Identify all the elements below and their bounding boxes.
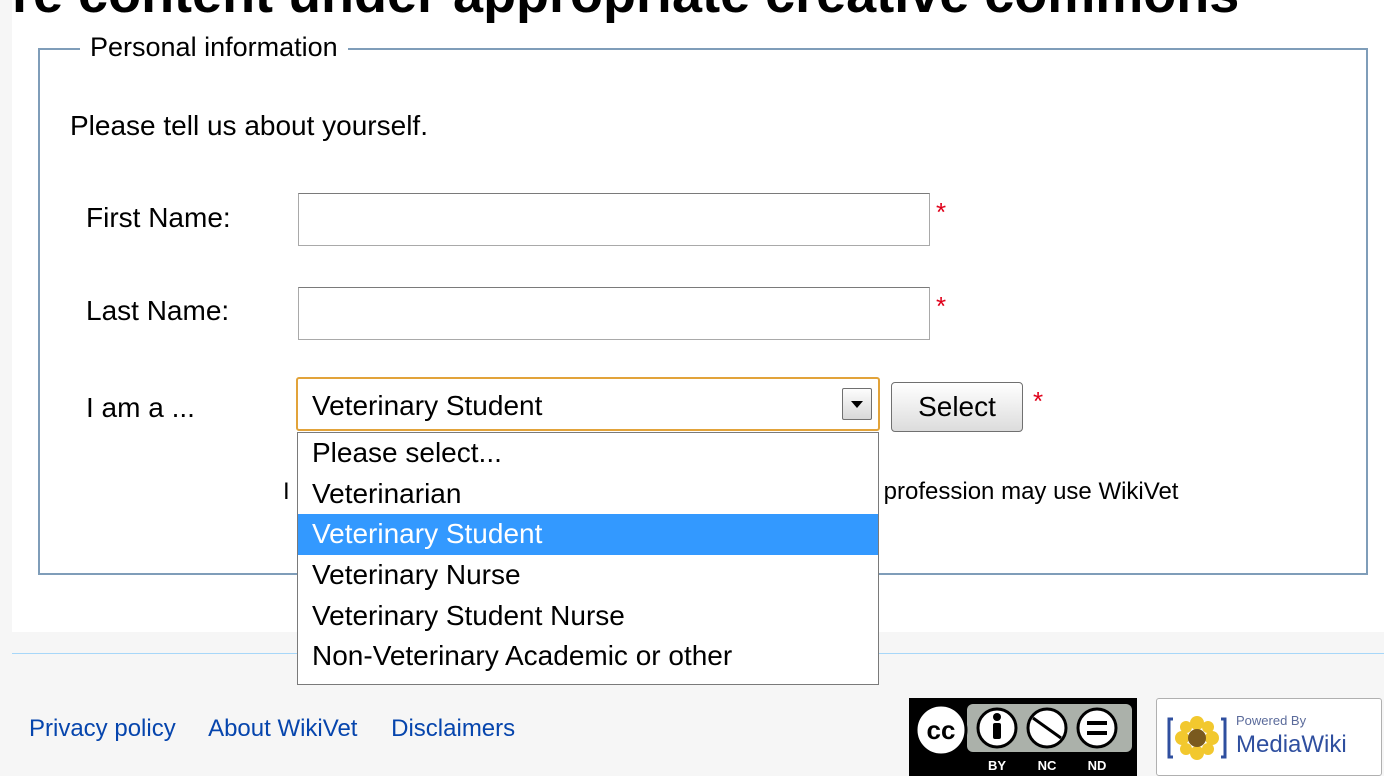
fieldset-legend: Personal information (80, 32, 348, 63)
creative-commons-icon[interactable]: cc BY NC ND (909, 698, 1137, 776)
last-name-input[interactable] (298, 287, 930, 340)
privacy-policy-link[interactable]: Privacy policy (29, 715, 176, 742)
cc-label-nd: ND (1088, 758, 1107, 773)
dropdown-option[interactable]: Veterinary Student Nurse (298, 596, 878, 637)
mediawiki-sunflower-icon (1167, 716, 1227, 760)
dropdown-option[interactable]: Veterinary Nurse (298, 555, 878, 596)
last-name-required-mark: * (936, 291, 947, 321)
note-fragment-left: I (283, 478, 290, 505)
first-name-required-mark: * (936, 197, 947, 227)
cc-logo-text: cc (927, 715, 956, 745)
intro-text: Please tell us about yourself. (70, 110, 428, 141)
role-label: I am a ... (86, 392, 195, 423)
dropdown-arrow-icon[interactable] (842, 388, 872, 420)
role-dropdown-list[interactable]: Please select... Veterinarian Veterinary… (297, 432, 879, 685)
dropdown-option[interactable]: Veterinarian (298, 474, 878, 515)
disclaimers-link[interactable]: Disclaimers (391, 715, 515, 742)
role-required-mark: * (1033, 386, 1044, 416)
first-name-label: First Name: (86, 202, 231, 233)
cc-label-by: BY (988, 758, 1006, 773)
last-name-label: Last Name: (86, 295, 230, 326)
cutoff-heading: re content under appropriate creative co… (12, 0, 1239, 25)
dropdown-option[interactable]: Please select... (298, 433, 878, 474)
about-wikivet-link[interactable]: About WikiVet (208, 715, 357, 742)
role-select-value: Veterinary Student (312, 390, 543, 421)
dropdown-option[interactable]: Non-Veterinary Academic or other (298, 636, 878, 677)
note-fragment-right: profession may use WikiVet (883, 478, 1179, 505)
mediawiki-text: MediaWiki (1236, 731, 1347, 758)
footer-links: Privacy policy About WikiVet Disclaimers (29, 715, 542, 743)
page-background-strip (0, 0, 12, 776)
select-button[interactable]: Select (891, 382, 1023, 432)
first-name-input[interactable] (298, 193, 930, 246)
cc-label-nc: NC (1038, 758, 1057, 773)
powered-by-text: Powered By (1236, 713, 1307, 728)
powered-by-mediawiki-badge[interactable]: Powered By MediaWiki (1156, 698, 1382, 776)
role-select[interactable]: Veterinary Student (296, 377, 880, 431)
dropdown-option-selected[interactable]: Veterinary Student (298, 514, 878, 556)
